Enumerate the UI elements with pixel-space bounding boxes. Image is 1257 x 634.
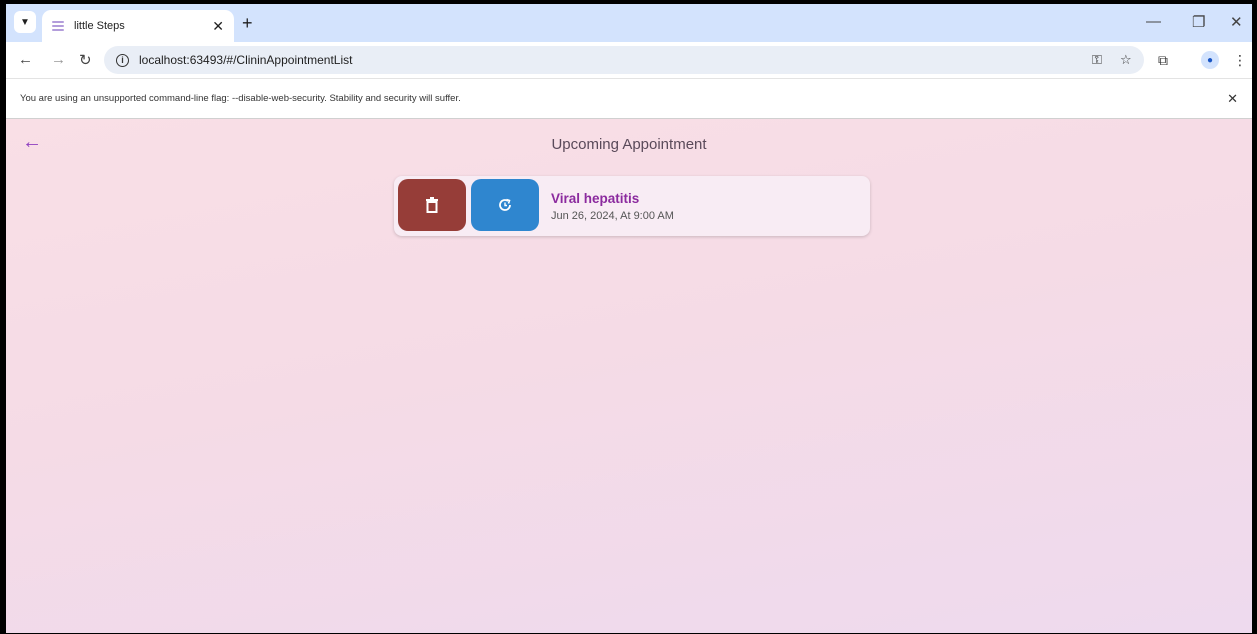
url-text: localhost:63493/#/ClininAppointmentList bbox=[139, 53, 353, 67]
close-icon[interactable]: ✕ bbox=[1227, 91, 1238, 107]
menu-icon[interactable]: ⋮ bbox=[1233, 52, 1247, 69]
bookmark-star-icon[interactable]: ☆ bbox=[1120, 52, 1132, 68]
restore-icon[interactable]: ❐ bbox=[1192, 13, 1205, 31]
address-bar[interactable]: i localhost:63493/#/ClininAppointmentLis… bbox=[104, 46, 1144, 74]
page-title: Upcoming Appointment bbox=[551, 136, 707, 153]
infobar: You are using an unsupported command-lin… bbox=[6, 78, 1252, 119]
extensions-icon[interactable]: ⧉ bbox=[1158, 52, 1168, 69]
chevron-down-icon: ▼ bbox=[20, 16, 30, 28]
app-content: ← Upcoming Appointment Viral hepatitis J… bbox=[6, 119, 1252, 633]
new-tab-button[interactable]: + bbox=[242, 13, 253, 34]
tab-little-steps[interactable]: little Steps ✕ bbox=[42, 10, 234, 42]
infobar-text: You are using an unsupported command-lin… bbox=[20, 93, 461, 104]
info-icon[interactable]: i bbox=[116, 53, 129, 67]
appointment-datetime: Jun 26, 2024, At 9:00 AM bbox=[551, 210, 674, 222]
minimize-icon[interactable]: — bbox=[1146, 13, 1161, 30]
back-icon[interactable]: ← bbox=[18, 51, 33, 68]
toolbar: ← → ↻ i localhost:63493/#/ClininAppointm… bbox=[6, 42, 1252, 78]
reload-icon[interactable]: ↻ bbox=[79, 51, 92, 69]
close-window-icon[interactable]: ✕ bbox=[1230, 13, 1243, 31]
tab-strip: ▼ little Steps ✕ + — ❐ ✕ bbox=[6, 4, 1252, 42]
appointment-card[interactable]: Viral hepatitis Jun 26, 2024, At 9:00 AM bbox=[394, 176, 870, 236]
key-icon[interactable]: ⚿ bbox=[1092, 52, 1102, 68]
trash-icon bbox=[426, 197, 438, 213]
tab-title: little Steps bbox=[74, 20, 125, 32]
reschedule-button[interactable] bbox=[471, 179, 539, 231]
close-tab-icon[interactable]: ✕ bbox=[212, 18, 224, 35]
appointment-title: Viral hepatitis bbox=[551, 191, 640, 206]
tab-search-button[interactable]: ▼ bbox=[14, 11, 36, 33]
reschedule-icon bbox=[499, 198, 511, 211]
profile-avatar[interactable]: ● bbox=[1201, 51, 1219, 69]
delete-button[interactable] bbox=[398, 179, 466, 231]
browser-window: ▼ little Steps ✕ + — ❐ ✕ ← → ↻ i localho… bbox=[6, 4, 1252, 633]
favicon-icon bbox=[52, 20, 64, 32]
forward-icon[interactable]: → bbox=[51, 51, 66, 68]
person-icon: ● bbox=[1206, 54, 1214, 66]
